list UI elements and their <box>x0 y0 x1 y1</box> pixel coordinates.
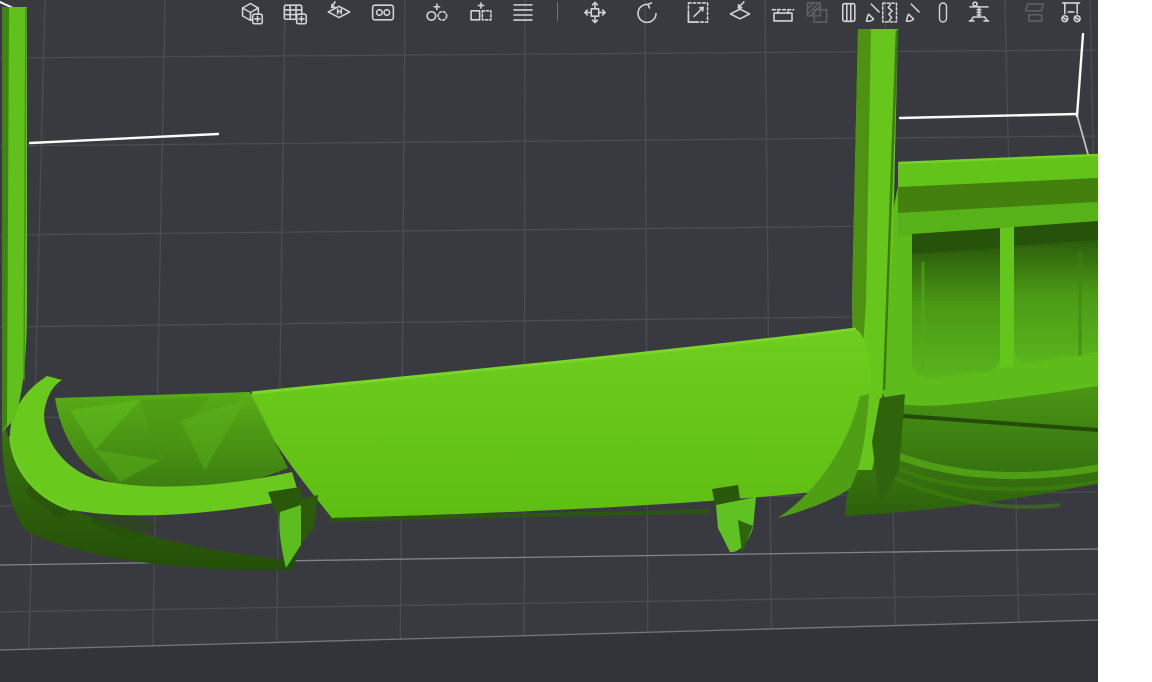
toolbar-separator <box>557 2 558 21</box>
variable-layer-height-icon <box>506 0 540 26</box>
auto-orient-button[interactable] <box>320 0 358 26</box>
variable-layer-height-button[interactable] <box>504 0 542 26</box>
rotate-icon <box>630 0 664 26</box>
assembly-icon <box>1054 0 1088 26</box>
viewport-3d-scene <box>0 0 1098 682</box>
seam-button[interactable] <box>930 0 956 26</box>
seam-painting-button[interactable] <box>878 0 926 26</box>
support-painting-button[interactable] <box>960 0 998 26</box>
split-to-parts-button[interactable] <box>462 0 500 26</box>
scale-button[interactable] <box>679 0 717 26</box>
seam-painting-icon <box>880 0 924 26</box>
assembly-button[interactable] <box>1052 0 1090 26</box>
seam-icon <box>931 0 955 26</box>
cut-icon <box>766 0 800 26</box>
mesh-boolean-button[interactable] <box>798 0 836 26</box>
text-icon <box>1018 0 1052 26</box>
place-on-face-icon <box>723 0 757 26</box>
move-button[interactable] <box>576 0 614 26</box>
add-icon <box>234 0 268 26</box>
model-left-wall[interactable] <box>2 7 27 432</box>
cut-button[interactable] <box>764 0 802 26</box>
slicer-window <box>0 0 1098 682</box>
arrange-button[interactable] <box>364 0 402 26</box>
mesh-boolean-icon <box>800 0 834 26</box>
move-icon <box>578 0 612 26</box>
arrange-icon <box>366 0 400 26</box>
rotate-button[interactable] <box>628 0 666 26</box>
split-to-objects-icon <box>420 0 454 26</box>
split-to-objects-button[interactable] <box>418 0 456 26</box>
compartment-pocket-left[interactable] <box>912 228 1000 378</box>
support-painting-icon <box>962 0 996 26</box>
add-plate-icon <box>278 0 312 26</box>
auto-orient-icon <box>322 0 356 26</box>
split-to-parts-icon <box>464 0 498 26</box>
place-on-face-button[interactable] <box>721 0 759 26</box>
add-button[interactable] <box>232 0 270 26</box>
scale-icon <box>681 0 715 26</box>
compartment-pocket-right[interactable] <box>1014 221 1098 362</box>
compartment-divider[interactable] <box>1000 227 1014 368</box>
text-button[interactable] <box>1016 0 1054 26</box>
add-plate-button[interactable] <box>276 0 314 26</box>
main-toolbar <box>0 0 1098 27</box>
